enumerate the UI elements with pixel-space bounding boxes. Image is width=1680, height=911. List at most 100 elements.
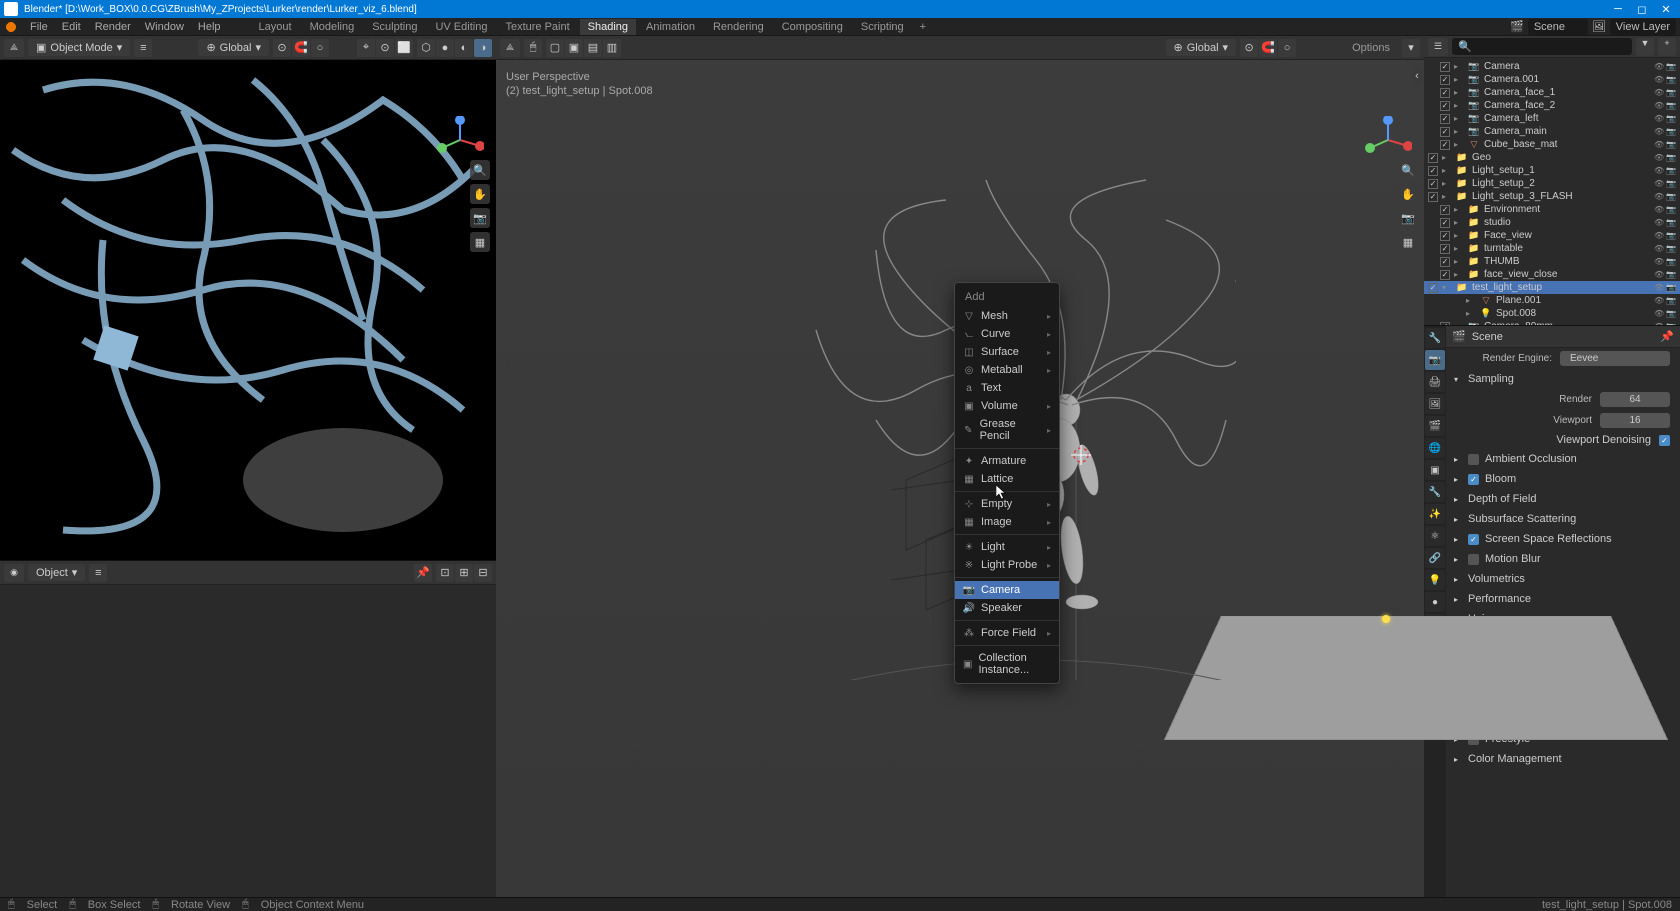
section-checkbox[interactable]: ✓ — [1468, 534, 1479, 545]
hide-render-icon[interactable]: 📷 — [1666, 257, 1676, 267]
hide-viewport-icon[interactable]: 👁 — [1654, 114, 1664, 124]
visibility-checkbox[interactable]: ✓ — [1440, 205, 1450, 215]
props-tab-viewlayer[interactable]: 🖼 — [1425, 394, 1445, 414]
editor-type-outliner-icon[interactable]: ☰ — [1428, 38, 1448, 56]
expand-triangle[interactable]: ▸ — [1454, 595, 1462, 604]
add-menu-item-camera[interactable]: 📷Camera — [955, 581, 1059, 599]
add-menu-item-curve[interactable]: ⦦Curve▸ — [955, 325, 1059, 343]
left-viewport-preview[interactable]: 🔍 ✋ 📷 ▦ — [0, 60, 496, 560]
outliner-search-input[interactable]: 🔍 — [1452, 38, 1632, 55]
visibility-checkbox[interactable]: ✓ — [1428, 153, 1438, 163]
props-section-screen-space-reflections[interactable]: ▸✓Screen Space Reflections — [1446, 529, 1680, 549]
window-minimize-button[interactable]: ─ — [1608, 2, 1628, 16]
outliner-row[interactable]: ✓▸📷Camera_face_1👁📷 — [1424, 86, 1680, 99]
props-section-performance[interactable]: ▸Performance — [1446, 589, 1680, 609]
visibility-checkbox[interactable]: ✓ — [1428, 166, 1438, 176]
zoom-tool[interactable]: 🔍 — [1398, 160, 1418, 180]
outliner-tree[interactable]: ✓▸📷Camera👁📷✓▸📷Camera.001👁📷✓▸📷Camera_face… — [1424, 58, 1680, 325]
xray-button[interactable]: ⬜ — [395, 39, 413, 57]
expand-toggle[interactable]: ▸ — [1454, 140, 1464, 149]
hide-viewport-icon[interactable]: 👁 — [1654, 101, 1664, 111]
axis-gizmo-left[interactable] — [436, 116, 484, 164]
header-menu-button[interactable]: ≡ — [89, 564, 107, 582]
node-toggle3[interactable]: ⊟ — [474, 564, 492, 582]
add-menu-item-lattice[interactable]: ▦Lattice — [955, 470, 1059, 488]
props-tab-scene[interactable]: 🎬 — [1425, 416, 1445, 436]
props-section-subsurface-scattering[interactable]: ▸Subsurface Scattering — [1446, 509, 1680, 529]
hide-viewport-icon[interactable]: 👁 — [1654, 283, 1664, 293]
visibility-checkbox[interactable]: ✓ — [1440, 114, 1450, 124]
props-section-color-management[interactable]: ▸Color Management — [1446, 749, 1680, 769]
pivot-button[interactable]: ⊙ — [273, 39, 291, 57]
render-engine-selector[interactable]: Eevee — [1560, 351, 1670, 366]
mode-selector-left[interactable]: ▣ Object Mode ▾ — [28, 39, 130, 56]
add-menu-item-volume[interactable]: ▣Volume▸ — [955, 397, 1059, 415]
hide-viewport-icon[interactable]: 👁 — [1654, 231, 1664, 241]
add-menu-item-force-field[interactable]: ⁂Force Field▸ — [955, 624, 1059, 642]
node-toggle2[interactable]: ⊞ — [455, 564, 473, 582]
hide-viewport-icon[interactable]: 👁 — [1654, 270, 1664, 280]
props-tab-output[interactable]: 🖨 — [1425, 372, 1445, 392]
add-menu-item-metaball[interactable]: ◎Metaball▸ — [955, 361, 1059, 379]
props-tab-modifiers[interactable]: 🔧 — [1425, 482, 1445, 502]
outliner-row[interactable]: ✓▸📷Camera_80mm👁📷 — [1424, 320, 1680, 325]
props-tab-particles[interactable]: ✨ — [1425, 504, 1445, 524]
props-section-ambient-occlusion[interactable]: ▸Ambient Occlusion — [1446, 449, 1680, 469]
viewport-samples-field[interactable]: 16 — [1600, 413, 1670, 428]
expand-toggle[interactable]: ▸ — [1466, 296, 1476, 305]
hide-render-icon[interactable]: 📷 — [1666, 153, 1676, 163]
pan-tool[interactable]: ✋ — [470, 184, 490, 204]
hide-render-icon[interactable]: 📷 — [1666, 75, 1676, 85]
hide-render-icon[interactable]: 📷 — [1666, 231, 1676, 241]
visibility-checkbox[interactable]: ✓ — [1440, 75, 1450, 85]
add-menu-item-armature[interactable]: ✦Armature — [955, 452, 1059, 470]
workspace-shading[interactable]: Shading — [580, 19, 636, 35]
zoom-tool[interactable]: 🔍 — [470, 160, 490, 180]
hide-render-icon[interactable]: 📷 — [1666, 296, 1676, 306]
expand-toggle[interactable]: ▸ — [1454, 218, 1464, 227]
hide-viewport-icon[interactable]: 👁 — [1654, 244, 1664, 254]
hide-render-icon[interactable]: 📷 — [1666, 127, 1676, 137]
expand-toggle[interactable]: ▸ — [1454, 244, 1464, 253]
menu-edit[interactable]: Edit — [56, 19, 87, 35]
add-menu-item-text[interactable]: aText — [955, 379, 1059, 397]
props-tab-tool[interactable]: 🔧 — [1425, 328, 1445, 348]
workspace-sculpting[interactable]: Sculpting — [364, 19, 425, 35]
select-mode-button[interactable]: ▤ — [584, 39, 602, 57]
select-mode-button[interactable]: ▣ — [565, 39, 583, 57]
expand-toggle[interactable]: ▸ — [1454, 114, 1464, 123]
visibility-checkbox[interactable]: ✓ — [1440, 88, 1450, 98]
visibility-checkbox[interactable]: ✓ — [1440, 322, 1450, 326]
editor-type-3dview-icon[interactable]: ⟁ — [500, 39, 520, 57]
outliner-row[interactable]: ✓▸📷Camera👁📷 — [1424, 60, 1680, 73]
expand-triangle[interactable]: ▸ — [1454, 535, 1462, 544]
orientation-center[interactable]: ⊕ Global ▾ — [1166, 39, 1237, 56]
perspective-tool[interactable]: ▦ — [470, 232, 490, 252]
expand-toggle[interactable]: ▸ — [1454, 88, 1464, 97]
orientation-left[interactable]: ⊕ Global ▾ — [198, 39, 269, 56]
add-menu-item-mesh[interactable]: ▽Mesh▸ — [955, 307, 1059, 325]
visibility-checkbox[interactable]: ✓ — [1440, 127, 1450, 137]
hide-viewport-icon[interactable]: 👁 — [1654, 88, 1664, 98]
window-maximize-button[interactable]: ◻ — [1632, 2, 1652, 16]
expand-triangle[interactable]: ▸ — [1454, 515, 1462, 524]
outliner-row[interactable]: ✓▸📷Camera.001👁📷 — [1424, 73, 1680, 86]
section-checkbox[interactable] — [1468, 554, 1479, 565]
expand-toggle[interactable]: ▾ — [1442, 283, 1452, 292]
props-section-depth-of-field[interactable]: ▸Depth of Field — [1446, 489, 1680, 509]
visibility-checkbox[interactable]: ✓ — [1428, 283, 1438, 293]
hide-viewport-icon[interactable]: 👁 — [1654, 140, 1664, 150]
proportional-button[interactable]: ○ — [311, 39, 329, 57]
workspace-uv-editing[interactable]: UV Editing — [427, 19, 495, 35]
shading-solid-button[interactable]: ● — [436, 39, 454, 57]
hide-render-icon[interactable]: 📷 — [1666, 309, 1676, 319]
expand-triangle[interactable]: ▸ — [1454, 575, 1462, 584]
props-tab-material[interactable]: ● — [1425, 592, 1445, 612]
cursor-tool[interactable]: 🖱 — [524, 39, 542, 57]
visibility-checkbox[interactable]: ✓ — [1440, 101, 1450, 111]
props-breadcrumb[interactable]: Scene — [1472, 331, 1503, 343]
visibility-checkbox[interactable]: ✓ — [1440, 270, 1450, 280]
expand-toggle[interactable]: ▸ — [1454, 75, 1464, 84]
outliner-row[interactable]: ✓▸📷Camera_face_2👁📷 — [1424, 99, 1680, 112]
props-tab-physics[interactable]: ⚛ — [1425, 526, 1445, 546]
